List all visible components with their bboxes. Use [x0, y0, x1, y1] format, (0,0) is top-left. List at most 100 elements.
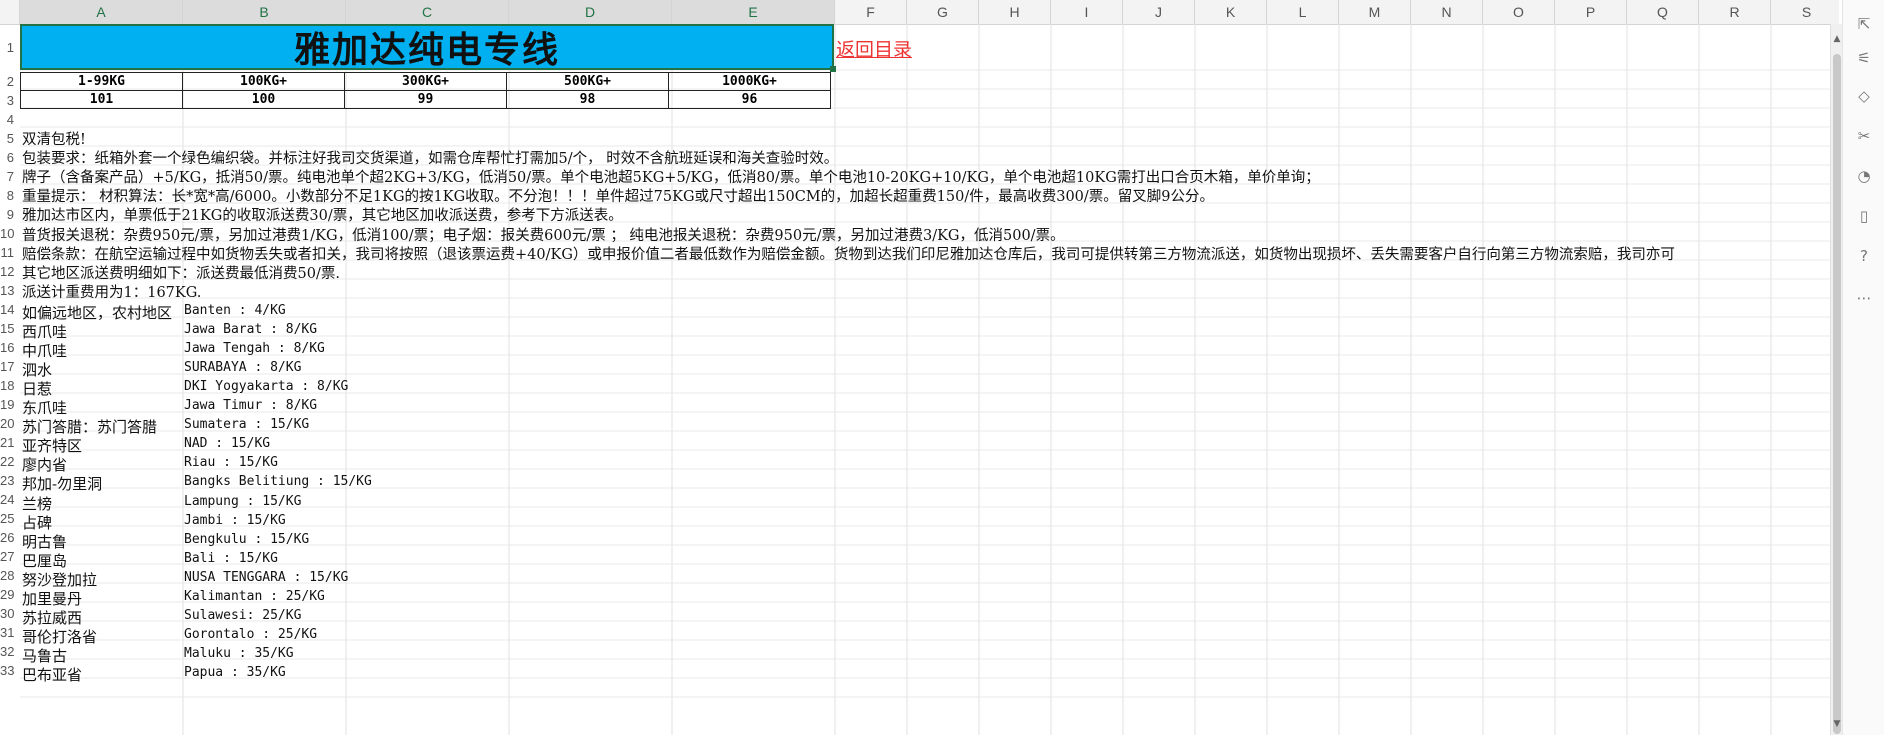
price-value-cell[interactable]: 100: [182, 90, 345, 109]
tools-icon[interactable]: ✂: [1854, 126, 1874, 146]
column-header-g[interactable]: G: [907, 0, 979, 24]
row-header-4[interactable]: 4: [0, 112, 14, 127]
column-header-p[interactable]: P: [1555, 0, 1627, 24]
delivery-rate[interactable]: Papua : 35/KG: [184, 665, 286, 680]
price-value-cell[interactable]: 96: [668, 90, 831, 109]
delivery-rate[interactable]: Jambi : 15/KG: [184, 513, 286, 528]
column-header-e[interactable]: E: [672, 0, 835, 24]
note-row[interactable]: 双清包税!: [22, 131, 86, 150]
column-header-l[interactable]: L: [1267, 0, 1339, 24]
delivery-rate[interactable]: Sumatera : 15/KG: [184, 417, 309, 432]
chart-icon[interactable]: ◔: [1854, 166, 1874, 186]
delivery-rate[interactable]: Jawa Timur : 8/KG: [184, 398, 317, 413]
delivery-region[interactable]: 西爪哇: [22, 321, 67, 342]
note-row[interactable]: 牌子（含备案产品）+5/KG，抵消50/票。纯电池单个超2KG+3/KG，低消5…: [22, 169, 1320, 188]
delivery-region[interactable]: 兰榜: [22, 493, 52, 514]
row-header-1[interactable]: 1: [0, 40, 14, 55]
delivery-rate[interactable]: NUSA TENGGARA : 15/KG: [184, 570, 348, 585]
row-header-27[interactable]: 27: [0, 549, 14, 564]
column-header-o[interactable]: O: [1483, 0, 1555, 24]
price-header-cell[interactable]: 300KG+: [344, 72, 507, 91]
row-header-5[interactable]: 5: [0, 131, 14, 146]
row-header-19[interactable]: 19: [0, 397, 14, 412]
delivery-region[interactable]: 占碑: [22, 512, 52, 533]
delivery-region[interactable]: 邦加-勿里洞: [22, 473, 102, 494]
price-value-cell[interactable]: 98: [506, 90, 669, 109]
row-header-12[interactable]: 12: [0, 264, 14, 279]
row-header-13[interactable]: 13: [0, 283, 14, 298]
delivery-rate[interactable]: Sulawesi: 25/KG: [184, 608, 301, 623]
delivery-rate[interactable]: Jawa Tengah : 8/KG: [184, 341, 325, 356]
select-icon[interactable]: ⇱: [1854, 14, 1874, 34]
row-header-31[interactable]: 31: [0, 625, 14, 640]
row-header-20[interactable]: 20: [0, 416, 14, 431]
delivery-rate[interactable]: NAD : 15/KG: [184, 436, 270, 451]
column-header-k[interactable]: K: [1195, 0, 1267, 24]
delivery-region[interactable]: 东爪哇: [22, 397, 67, 418]
delivery-region[interactable]: 加里曼丹: [22, 588, 82, 609]
row-header-6[interactable]: 6: [0, 150, 14, 165]
delivery-rate[interactable]: Kalimantan : 25/KG: [184, 589, 325, 604]
delivery-rate[interactable]: DKI Yogyakarta : 8/KG: [184, 379, 348, 394]
row-header-18[interactable]: 18: [0, 378, 14, 393]
more-icon[interactable]: ⋯: [1854, 288, 1874, 308]
delivery-region[interactable]: 廖内省: [22, 454, 67, 475]
shape-icon[interactable]: ◇: [1854, 86, 1874, 106]
delivery-rate[interactable]: Banten : 4/KG: [184, 303, 286, 318]
column-header-m[interactable]: M: [1339, 0, 1411, 24]
delivery-rate[interactable]: Gorontalo : 25/KG: [184, 627, 317, 642]
select-all-corner[interactable]: [0, 0, 20, 24]
price-header-cell[interactable]: 1-99KG: [20, 72, 183, 91]
note-row[interactable]: 雅加达市区内，单票低于21KG的收取派送费30/票，其它地区加收派送费，参考下方…: [22, 207, 623, 226]
row-header-26[interactable]: 26: [0, 530, 14, 545]
row-header-17[interactable]: 17: [0, 359, 14, 374]
row-header-10[interactable]: 10: [0, 226, 14, 241]
title-banner-cell[interactable]: 雅加达纯电专线: [20, 24, 834, 71]
delivery-region[interactable]: 巴厘岛: [22, 550, 67, 571]
column-header-i[interactable]: I: [1051, 0, 1123, 24]
delivery-rate[interactable]: Lampung : 15/KG: [184, 494, 301, 509]
delivery-region[interactable]: 苏拉威西: [22, 607, 82, 628]
delivery-rate[interactable]: Maluku : 35/KG: [184, 646, 294, 661]
note-row[interactable]: 其它地区派送费明细如下：派送费最低消费50/票.: [22, 265, 340, 284]
help-icon[interactable]: ?: [1854, 246, 1874, 266]
price-value-cell[interactable]: 101: [20, 90, 183, 109]
column-header-f[interactable]: F: [835, 0, 907, 24]
note-row[interactable]: 包装要求：纸箱外套一个绿色编织袋。并标注好我司交货渠道，如需仓库帮忙打需加5/个…: [22, 150, 838, 169]
column-header-a[interactable]: A: [20, 0, 183, 24]
delivery-region[interactable]: 中爪哇: [22, 340, 67, 361]
note-row[interactable]: 重量提示： 材积算法：长*宽*高/6000。小数部分不足1KG的按1KG收取。不…: [22, 188, 1214, 207]
row-header-14[interactable]: 14: [0, 302, 14, 317]
scroll-thumb[interactable]: [1833, 54, 1841, 734]
price-header-cell[interactable]: 100KG+: [182, 72, 345, 91]
column-header-h[interactable]: H: [979, 0, 1051, 24]
delivery-region[interactable]: 努沙登加拉: [22, 569, 97, 590]
delivery-region[interactable]: 马鲁古: [22, 645, 67, 666]
delivery-region[interactable]: 苏门答腊：苏门答腊: [22, 416, 157, 437]
price-header-cell[interactable]: 1000KG+: [668, 72, 831, 91]
column-header-q[interactable]: Q: [1627, 0, 1699, 24]
row-header-16[interactable]: 16: [0, 340, 14, 355]
book-icon[interactable]: ▯: [1854, 206, 1874, 226]
delivery-region[interactable]: 日惹: [22, 378, 52, 399]
delivery-rate[interactable]: Jawa Barat : 8/KG: [184, 322, 317, 337]
row-header-32[interactable]: 32: [0, 644, 14, 659]
note-row[interactable]: 赔偿条款：在航空运输过程中如货物丢失或者扣关，我司将按照（退该票运费+40/KG…: [22, 246, 1675, 265]
row-header-7[interactable]: 7: [0, 169, 14, 184]
row-header-28[interactable]: 28: [0, 568, 14, 583]
row-header-9[interactable]: 9: [0, 207, 14, 222]
delivery-region[interactable]: 哥伦打洛省: [22, 626, 97, 647]
delivery-region[interactable]: 明古鲁: [22, 531, 67, 552]
column-header-s[interactable]: S: [1771, 0, 1843, 24]
row-header-11[interactable]: 11: [0, 245, 15, 260]
delivery-region[interactable]: 巴布亚省: [22, 664, 82, 685]
row-header-2[interactable]: 2: [0, 74, 14, 89]
price-header-cell[interactable]: 500KG+: [506, 72, 669, 91]
row-header-33[interactable]: 33: [0, 663, 14, 678]
row-header-23[interactable]: 23: [0, 473, 14, 488]
column-header-j[interactable]: J: [1123, 0, 1195, 24]
note-row[interactable]: 普货报关退税：杂费950元/票，另加过港费1/KG，低消100/票；电子烟：报关…: [22, 227, 1065, 246]
row-header-22[interactable]: 22: [0, 454, 14, 469]
delivery-rate[interactable]: Bengkulu : 15/KG: [184, 532, 309, 547]
row-header-24[interactable]: 24: [0, 492, 14, 507]
